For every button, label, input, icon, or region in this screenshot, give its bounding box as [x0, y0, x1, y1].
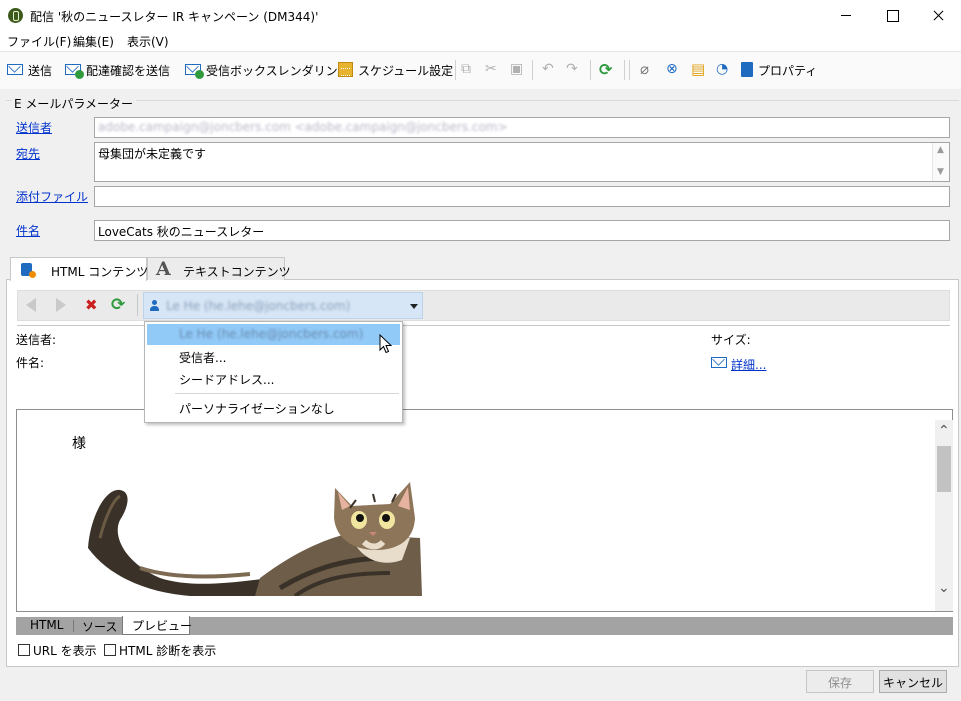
- scroll-down-icon[interactable]: ▼: [937, 167, 944, 177]
- preview-subject-label: 件名:: [16, 356, 45, 370]
- app-icon: [8, 8, 23, 23]
- maximize-button[interactable]: [869, 0, 915, 31]
- sender-field[interactable]: adobe.campaign@joncbers.com <adobe.campa…: [94, 117, 950, 138]
- properties-button[interactable]: プロパティ: [741, 62, 817, 78]
- tab-preview[interactable]: プレビュー: [122, 616, 192, 635]
- back-arrow-icon[interactable]: [26, 298, 36, 312]
- text-a-icon: A: [156, 258, 171, 280]
- redo-icon[interactable]: ↷: [566, 62, 578, 76]
- refresh-icon[interactable]: ⟳: [599, 62, 612, 78]
- scroll-down-icon[interactable]: ⌄: [938, 580, 950, 596]
- copy-icon[interactable]: ⧉: [461, 62, 473, 76]
- gift-icon[interactable]: ▤: [691, 62, 705, 78]
- preview-sender-label: 送信者:: [16, 333, 57, 347]
- dropdown-item-recipient[interactable]: Le He (he.lehe@joncbers.com): [147, 324, 400, 345]
- chevron-down-icon[interactable]: [410, 304, 418, 309]
- preview-scrollbar[interactable]: ⌃ ⌄: [935, 420, 953, 611]
- html-content-icon: [21, 263, 36, 278]
- sender-label-link[interactable]: 送信者: [16, 119, 52, 136]
- calendar-icon: [338, 62, 353, 77]
- details-link[interactable]: 詳細...: [731, 356, 766, 373]
- mouse-cursor-icon: [379, 334, 393, 354]
- refresh-preview-icon[interactable]: ⟳: [111, 295, 125, 315]
- attachment-label-link[interactable]: 添付ファイル: [16, 188, 88, 205]
- inbox-rendering-button[interactable]: 受信ボックスレンダリング: [185, 62, 350, 79]
- dropdown-item-recipients[interactable]: 受信者...: [147, 346, 400, 367]
- cancel-button[interactable]: キャンセル: [879, 670, 947, 693]
- preview-greeting: 様: [72, 436, 86, 452]
- toolbar-separator: [629, 60, 630, 80]
- tracking-icon[interactable]: ◔: [716, 62, 728, 78]
- menu-view[interactable]: 表示(V): [127, 33, 169, 50]
- email-params-legend: E メールパラメーター: [12, 95, 137, 112]
- show-html-diag-checkbox[interactable]: [104, 644, 116, 656]
- link-icon[interactable]: ⊗: [666, 62, 678, 78]
- schedule-button[interactable]: スケジュール設定: [338, 62, 453, 78]
- dropdown-item-no-personalization[interactable]: パーソナライゼーションなし: [147, 397, 400, 418]
- show-url-checkbox[interactable]: [18, 644, 30, 656]
- tab-text-content[interactable]: A テキストコンテンツ: [147, 257, 291, 280]
- send-button[interactable]: 送信: [7, 62, 55, 78]
- cat-image: [88, 482, 422, 596]
- attachment-icon[interactable]: ⌀: [640, 62, 649, 78]
- scroll-up-icon[interactable]: ⌃: [938, 423, 950, 439]
- subject-field[interactable]: LoveCats 秋のニュースレター: [94, 220, 950, 241]
- toolbar-separator: [590, 60, 591, 80]
- forward-arrow-icon[interactable]: [56, 298, 66, 312]
- toolbar-separator: [624, 60, 625, 80]
- to-label-link[interactable]: 宛先: [16, 145, 40, 162]
- send-proof-button[interactable]: 配達確認を送信: [65, 62, 177, 79]
- menu-edit[interactable]: 編集(E): [73, 33, 114, 50]
- check-icon: [75, 70, 84, 79]
- to-field-scrollbar[interactable]: ▲ ▼: [932, 143, 949, 181]
- attachment-field[interactable]: [94, 186, 950, 207]
- toolbar-separator: [532, 60, 533, 80]
- tab-html[interactable]: HTML: [24, 617, 69, 635]
- check-icon: [195, 70, 204, 79]
- to-field[interactable]: 母集団が未定義です: [94, 142, 950, 182]
- dropdown-separator: [175, 393, 399, 394]
- toolbar-separator: [455, 60, 456, 80]
- menu-file[interactable]: ファイル(F): [7, 33, 71, 50]
- dropdown-item-seed-addresses[interactable]: シードアドレス...: [147, 368, 400, 389]
- paste-icon[interactable]: ▣: [510, 62, 523, 76]
- toolbar-separator: [137, 294, 138, 316]
- preview-size-label: サイズ:: [711, 333, 751, 347]
- window-title: 配信 '秋のニュースレター IR キャンペーン (DM344)': [30, 10, 319, 24]
- scroll-up-icon[interactable]: ▲: [937, 145, 944, 155]
- show-url-label: URL を表示: [33, 644, 97, 658]
- cut-icon[interactable]: ✂: [485, 62, 497, 76]
- save-button[interactable]: 保存: [806, 670, 874, 693]
- envelope-icon: [711, 357, 727, 368]
- show-html-diag-label: HTML 診断を表示: [119, 644, 217, 658]
- tab-html-content[interactable]: HTML コンテンツ: [10, 257, 148, 281]
- tab-source[interactable]: ソース: [76, 617, 123, 635]
- close-window-button[interactable]: [915, 0, 961, 31]
- scrollbar-thumb[interactable]: [937, 446, 951, 492]
- minimize-button[interactable]: [823, 0, 869, 31]
- undo-icon[interactable]: ↶: [542, 62, 554, 76]
- subject-label-link[interactable]: 件名: [16, 222, 40, 239]
- person-icon: [150, 300, 159, 311]
- recipient-select[interactable]: Le He (he.lehe@joncbers.com): [143, 292, 423, 319]
- recipient-dropdown-menu: Le He (he.lehe@joncbers.com) 受信者... シードア…: [144, 321, 403, 423]
- clipboard-icon: [741, 62, 753, 77]
- envelope-icon: [7, 64, 23, 75]
- tab-separator: [73, 620, 74, 632]
- delete-icon[interactable]: ✖: [85, 296, 98, 314]
